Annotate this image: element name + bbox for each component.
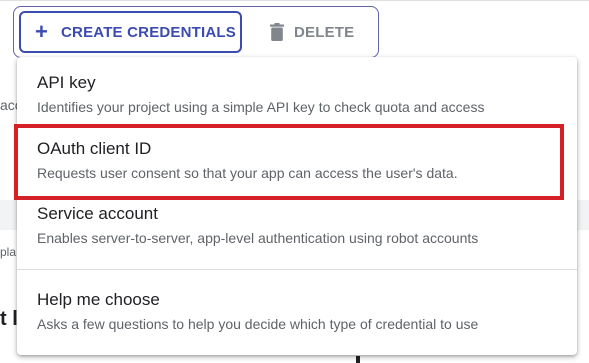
background-text-fragment: pla <box>0 245 17 259</box>
menu-item-title: Service account <box>37 204 158 223</box>
menu-item-title: OAuth client ID <box>37 139 152 158</box>
menu-item-title: API key <box>37 73 96 92</box>
credentials-page: acc pla t l + CREATE CREDENTIALS DELETE … <box>0 0 589 363</box>
menu-item-description: Requests user consent so that your app c… <box>37 165 458 181</box>
menu-item-description: Identifies your project using a simple A… <box>37 99 485 115</box>
trash-icon <box>270 23 284 41</box>
background-heading-fragment: t l <box>0 308 18 330</box>
menu-divider <box>17 269 577 270</box>
menu-item-oauth-client-id[interactable]: OAuth client ID Requests user consent so… <box>17 138 577 182</box>
menu-item-description: Enables server-to-server, app-level auth… <box>37 230 479 246</box>
menu-item-help-me-choose[interactable]: Help me choose Asks a few questions to h… <box>17 289 577 333</box>
create-credentials-label: CREATE CREDENTIALS <box>61 23 236 41</box>
menu-item-api-key[interactable]: API key Identifies your project using a … <box>17 72 577 116</box>
create-credentials-button[interactable]: + CREATE CREDENTIALS <box>19 11 242 53</box>
menu-item-service-account[interactable]: Service account Enables server-to-server… <box>17 203 577 247</box>
create-credentials-menu: API key Identifies your project using a … <box>17 57 577 355</box>
delete-label: DELETE <box>294 23 355 41</box>
menu-item-title: Help me choose <box>37 290 160 309</box>
background-text-fragment: acc <box>0 97 18 113</box>
delete-button[interactable]: DELETE <box>262 11 362 53</box>
background-glyph-fragment <box>356 356 360 363</box>
top-border <box>0 0 589 1</box>
plus-icon: + <box>35 19 48 44</box>
menu-item-description: Asks a few questions to help you decide … <box>37 316 479 332</box>
